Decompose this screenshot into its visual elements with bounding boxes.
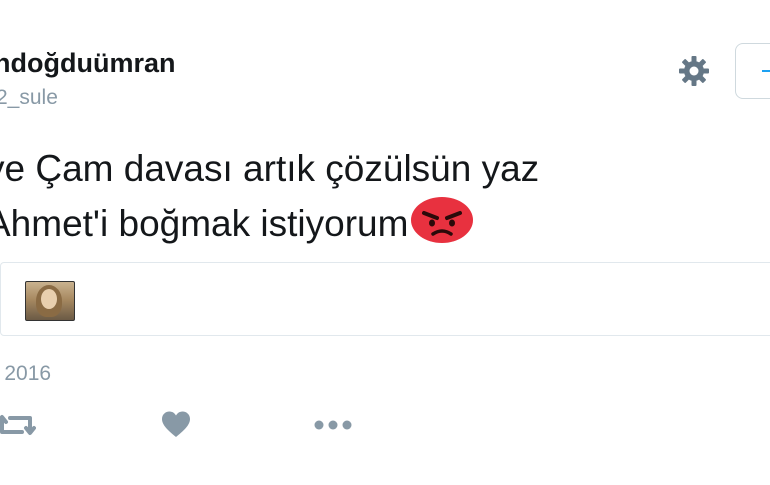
more-dots-icon[interactable]: [312, 408, 354, 442]
follow-button[interactable]: [735, 43, 770, 99]
tweet-text-line-2-words: Ahmet'i boğmak istiyorum: [0, 203, 409, 244]
heart-icon[interactable]: [160, 408, 192, 442]
tweet-text: ye Çam davası artık çözülsün yaz Ahmet'i…: [0, 142, 539, 251]
angry-face-emoji: [411, 197, 474, 243]
follow-plus-icon: [762, 70, 770, 72]
tweet-text-line-1: ye Çam davası artık çözülsün yaz: [0, 148, 540, 189]
tweet-date[interactable]: y 2016: [0, 362, 51, 386]
tweet-text-line-2: Ahmet'i boğmak istiyorum: [0, 196, 539, 251]
avatar-face: [41, 289, 57, 309]
gear-icon[interactable]: [676, 53, 712, 89]
quoted-media-card[interactable]: [0, 262, 770, 336]
user-handle[interactable]: 2_sule: [0, 86, 58, 110]
display-name[interactable]: ndoğduümran: [0, 48, 175, 79]
retweet-icon[interactable]: [0, 408, 36, 442]
avatar-thumbnail[interactable]: [25, 281, 75, 321]
